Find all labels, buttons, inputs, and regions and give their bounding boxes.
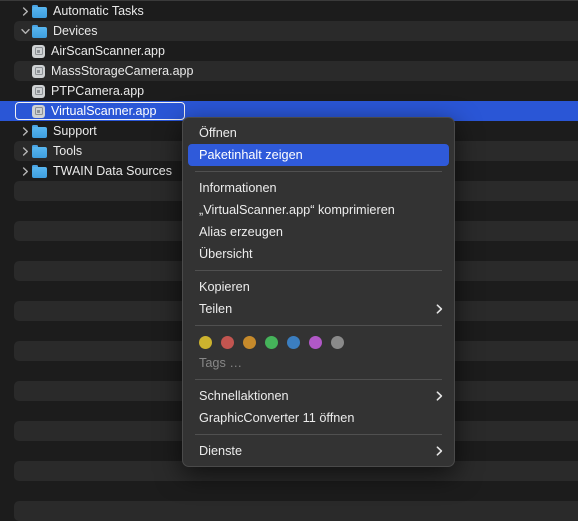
folder-icon [32, 124, 47, 138]
chevron-down-icon[interactable] [18, 27, 32, 36]
row-label: Support [53, 124, 97, 138]
row-label: Devices [53, 24, 98, 38]
chevron-right-icon[interactable] [18, 146, 32, 156]
menu-separator [195, 325, 442, 326]
menu-item[interactable]: Übersicht [183, 243, 454, 265]
context-menu[interactable]: Öffnen Paketinhalt zeigen Informationen „Vi… [182, 117, 455, 467]
menu-item-label: Teilen [199, 302, 233, 316]
row-label: Tools [53, 144, 83, 158]
chevron-right-icon[interactable] [18, 6, 32, 16]
tag-dot-gray[interactable] [331, 336, 344, 349]
app-bundle-icon [32, 64, 45, 78]
menu-item[interactable]: Dienste [183, 440, 454, 462]
row-label: VirtualScanner.app [51, 104, 157, 118]
menu-item-label: „VirtualScanner.app“ komprimieren [199, 203, 395, 217]
list-row[interactable]: AirScanScanner.app [0, 41, 578, 61]
row-label: MassStorageCamera.app [51, 64, 194, 78]
folder-icon [32, 164, 47, 178]
menu-item[interactable]: „VirtualScanner.app“ komprimieren [183, 199, 454, 221]
menu-separator [195, 270, 442, 271]
menu-item-label: Tags … [199, 356, 243, 370]
submenu-chevron-right-icon [435, 446, 444, 456]
menu-item-label: Paketinhalt zeigen [199, 148, 303, 162]
menu-separator [195, 379, 442, 380]
menu-item[interactable]: GraphicConverter 11 öffnen [183, 407, 454, 429]
menu-item[interactable]: Teilen [183, 298, 454, 320]
menu-item-label: Schnellaktionen [199, 389, 289, 403]
menu-item[interactable]: Kopieren [183, 276, 454, 298]
row-label: AirScanScanner.app [51, 44, 165, 58]
menu-item[interactable]: Informationen [183, 177, 454, 199]
menu-item[interactable]: Alias erzeugen [183, 221, 454, 243]
menu-item-label: Übersicht [199, 247, 253, 261]
submenu-chevron-right-icon [435, 304, 444, 314]
menu-item-label: Dienste [199, 444, 243, 458]
menu-item[interactable]: Öffnen [183, 122, 454, 144]
list-row-empty [0, 481, 578, 501]
folder-icon [32, 24, 47, 38]
list-row[interactable]: MassStorageCamera.app [0, 61, 578, 81]
list-row[interactable]: Automatic Tasks [0, 1, 578, 21]
tag-dot-blue[interactable] [287, 336, 300, 349]
folder-icon [32, 144, 47, 158]
menu-item-label: Öffnen [199, 126, 237, 140]
app-bundle-icon [32, 104, 45, 118]
list-row[interactable]: Devices [0, 21, 578, 41]
menu-item-label: Kopieren [199, 280, 250, 294]
folder-icon [32, 4, 47, 18]
list-row-empty [0, 501, 578, 521]
row-stripe [14, 501, 578, 521]
menu-separator [195, 171, 442, 172]
tag-dot-yellow[interactable] [199, 336, 212, 349]
menu-item[interactable]: Schnellaktionen [183, 385, 454, 407]
submenu-chevron-right-icon [435, 391, 444, 401]
menu-separator [195, 434, 442, 435]
row-label: Automatic Tasks [53, 4, 144, 18]
menu-item-label: GraphicConverter 11 öffnen [199, 411, 355, 425]
chevron-right-icon[interactable] [18, 126, 32, 136]
finder-outline-window: Automatic Tasks Devices AirScanScanner.app… [0, 0, 578, 521]
tag-dot-green[interactable] [265, 336, 278, 349]
row-label: PTPCamera.app [51, 84, 145, 98]
menu-item[interactable]: Paketinhalt zeigen [183, 144, 454, 166]
list-row[interactable]: PTPCamera.app [0, 81, 578, 101]
menu-item-label: Informationen [199, 181, 277, 195]
tag-dot-purple[interactable] [309, 336, 322, 349]
menu-item[interactable]: Tags … [183, 352, 454, 374]
row-label: TWAIN Data Sources [53, 164, 173, 178]
tag-color-row[interactable] [183, 331, 454, 352]
row-stripe [14, 481, 578, 501]
app-bundle-icon [32, 84, 45, 98]
app-bundle-icon [32, 44, 45, 58]
chevron-right-icon[interactable] [18, 166, 32, 176]
tag-dot-red[interactable] [221, 336, 234, 349]
menu-item-label: Alias erzeugen [199, 225, 283, 239]
tag-dot-orange[interactable] [243, 336, 256, 349]
